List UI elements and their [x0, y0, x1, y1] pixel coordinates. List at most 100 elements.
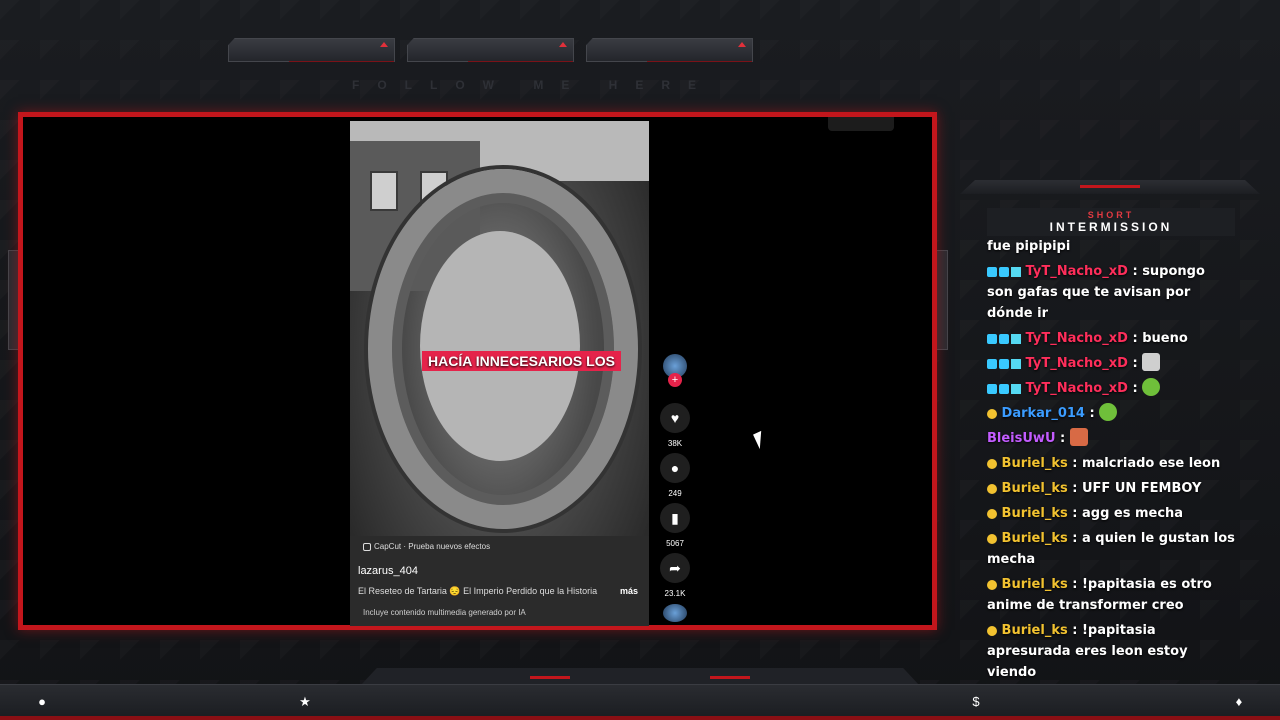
gold-badge-icon: [987, 534, 997, 544]
triangle-icon: [380, 42, 388, 47]
chat-username[interactable]: Buriel_ks: [1002, 481, 1068, 496]
chat-username[interactable]: Buriel_ks: [1002, 506, 1068, 521]
chat-badges: [987, 484, 997, 494]
chat-username[interactable]: Buriel_ks: [1002, 577, 1068, 592]
diamond-badge-icon: [999, 267, 1009, 277]
chat-badges: [987, 384, 1021, 394]
cube-badge-icon: [1011, 384, 1021, 394]
bookmark-icon[interactable]: ▮: [660, 503, 690, 533]
chat-message: Buriel_ks : malcriado ese leon: [987, 453, 1235, 474]
triangle-icon: [559, 42, 567, 47]
video-caption: HACÍA INNECESARIOS LOS: [422, 351, 621, 371]
cube-badge-icon: [1011, 267, 1021, 277]
chat-badges: [987, 534, 997, 544]
intermission-header: SHORT INTERMISSION: [987, 208, 1235, 236]
emote-icon: [1142, 353, 1161, 371]
like-count: 38K: [667, 439, 683, 448]
chat-message: Buriel_ks : a quien le gustan los mecha: [987, 531, 1235, 567]
heart-icon[interactable]: ♥: [660, 403, 690, 433]
share-action[interactable]: ➦ 23.1K: [655, 553, 695, 598]
emote-icon: [1069, 428, 1088, 446]
chat-top-bar: [960, 180, 1260, 194]
chat-username[interactable]: Buriel_ks: [1002, 623, 1068, 638]
chat-message: TyT_Nacho_xD :: [987, 353, 1235, 374]
short-video[interactable]: HACÍA INNECESARIOS LOS CapCut · Prueba n…: [350, 121, 649, 626]
comment-count: 249: [668, 489, 682, 498]
chat-username[interactable]: TyT_Nacho_xD: [1026, 381, 1128, 396]
frame-notch-right: [936, 250, 948, 350]
diamond-badge-icon: [999, 384, 1009, 394]
video-username[interactable]: lazarus_404: [358, 565, 418, 577]
chat-badges: [987, 409, 997, 419]
capcut-link[interactable]: CapCut · Prueba nuevos efectos: [363, 542, 490, 551]
chat-message: fue pipipipi: [987, 236, 1235, 257]
chat-username[interactable]: Buriel_ks: [1002, 531, 1068, 546]
chat-text: agg es mecha: [1081, 506, 1184, 521]
chat-badges: [987, 359, 1021, 369]
video-description: El Reseteo de Tartaria 😔 El Imperio Perd…: [358, 586, 598, 596]
chat-username[interactable]: TyT_Nacho_xD: [1026, 264, 1128, 279]
follow-panels: [228, 38, 753, 62]
chat-message: Buriel_ks : !papitasia apresurada eres l…: [987, 623, 1188, 680]
chat-badges: [987, 334, 1021, 344]
chat-username[interactable]: TyT_Nacho_xD: [1026, 331, 1128, 346]
chat-message: Buriel_ks : agg es mecha: [987, 503, 1235, 524]
sound-avatar[interactable]: [663, 604, 687, 622]
chat-username[interactable]: Darkar_014: [1002, 406, 1085, 421]
chat-message: Darkar_014 :: [987, 403, 1235, 424]
comment-action[interactable]: ● 249: [655, 453, 695, 498]
diamond-badge-icon: [987, 384, 997, 394]
star-icon: ★: [299, 694, 311, 709]
chat-badges: [987, 509, 997, 519]
like-action[interactable]: ♥ 38K: [655, 403, 695, 448]
intermission-short: SHORT: [1087, 210, 1135, 220]
intermission-title: INTERMISSION: [1049, 220, 1173, 234]
follow-panel-1: [228, 38, 395, 62]
mouse-cursor-icon: [753, 430, 768, 450]
chat-username[interactable]: Buriel_ks: [1002, 456, 1068, 471]
gold-badge-icon: [987, 626, 997, 636]
share-count: 23.1K: [664, 589, 686, 598]
chat-badges: [987, 626, 997, 636]
chat-badges: [987, 459, 997, 469]
chat-username[interactable]: BleisUwU: [987, 431, 1056, 446]
user-icon: ●: [38, 694, 46, 709]
chat-message: TyT_Nacho_xD :: [987, 378, 1235, 399]
cube-badge-icon: [1011, 334, 1021, 344]
chat-username[interactable]: TyT_Nacho_xD: [1026, 356, 1128, 371]
capcut-label: CapCut · Prueba nuevos efectos: [374, 542, 491, 551]
chat-badges: [987, 580, 997, 590]
chat-message: TyT_Nacho_xD : supongo son gafas que te …: [987, 264, 1205, 321]
chat-message: Buriel_ks : UFF UN FEMBOY: [987, 478, 1235, 499]
capcut-icon: [363, 542, 371, 551]
follow-panel-2: [407, 38, 574, 62]
diamond-badge-icon: [999, 359, 1009, 369]
gold-badge-icon: [987, 484, 997, 494]
follow-me-text: FOLLOW ME HERE: [352, 78, 714, 92]
ai-content-note: Incluye contenido multimedia generado po…: [363, 608, 526, 617]
save-action[interactable]: ▮ 5067: [655, 503, 695, 548]
cube-badge-icon: [1011, 359, 1021, 369]
chat-message: TyT_Nacho_xD : bueno: [987, 328, 1235, 349]
gold-badge-icon: [987, 459, 997, 469]
chat-text: bueno: [1142, 331, 1188, 346]
chat-message: BleisUwU :: [987, 428, 1235, 449]
more-link[interactable]: más: [620, 586, 638, 596]
share-icon[interactable]: ➦: [660, 553, 690, 583]
gold-badge-icon: [987, 580, 997, 590]
triangle-icon: [738, 42, 746, 47]
chat-text: malcriado ese leon: [1081, 456, 1221, 471]
flame-icon: ♦: [1235, 694, 1243, 709]
chat-text: fue pipipipi: [987, 239, 1071, 254]
bottom-bar: [0, 684, 1280, 720]
comment-icon[interactable]: ●: [660, 453, 690, 483]
follow-plus-icon[interactable]: +: [668, 373, 682, 387]
chat-message: Buriel_ks : !papitasia es otro anime de …: [987, 577, 1212, 613]
player-top-pill: [828, 117, 894, 131]
emote-icon: [1142, 378, 1161, 396]
chat-panel: fue pipipipi TyT_Nacho_xD : supongo son …: [987, 236, 1235, 705]
gold-badge-icon: [987, 409, 997, 419]
save-count: 5067: [666, 539, 684, 548]
follow-panel-3: [586, 38, 753, 62]
diamond-badge-icon: [987, 359, 997, 369]
